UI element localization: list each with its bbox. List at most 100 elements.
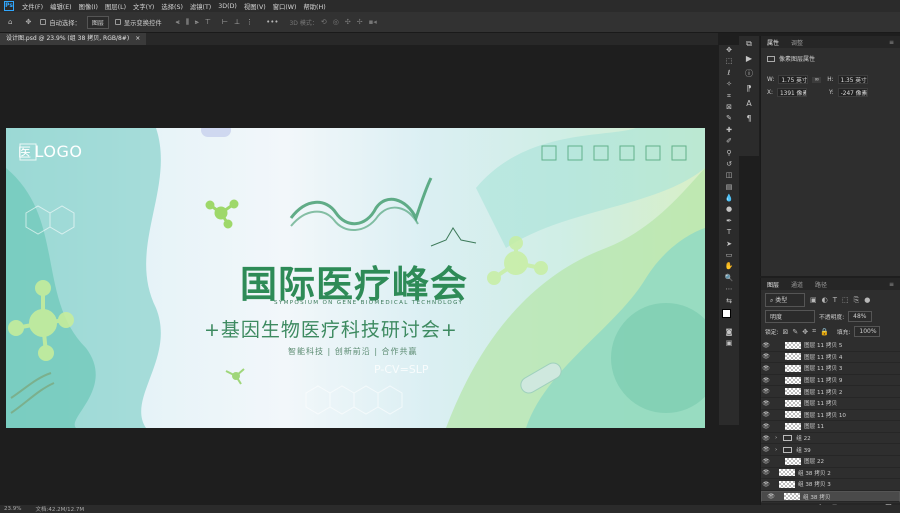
marquee-tool-icon[interactable]: ⬚ — [719, 56, 739, 67]
stamp-tool-icon[interactable]: ⚲ — [719, 148, 739, 159]
auto-select-checkbox[interactable]: 自动选择： — [40, 18, 81, 27]
artboard-banner[interactable]: 医 LOGO 2022 国际医疗峰会 SYMPOSIUM ON GENE BIO… — [6, 128, 705, 428]
crop-tool-icon[interactable]: ⌗ — [719, 91, 739, 102]
chevron-icon[interactable]: › — [775, 447, 777, 453]
eyedropper-icon[interactable]: ✎ — [719, 113, 739, 124]
more-options-icon[interactable]: ••• — [266, 18, 278, 26]
layer-row[interactable]: 👁 图层 11 — [761, 421, 900, 433]
menu-image[interactable]: 图像(I) — [79, 2, 98, 11]
show-transform-box[interactable] — [114, 19, 121, 25]
visibility-eye-icon[interactable]: 👁 — [761, 411, 771, 418]
link-icon[interactable]: ∞ — [812, 76, 822, 83]
move-tool-icon[interactable]: ✥ — [25, 18, 31, 26]
filter-adjust-icon[interactable]: ◐ — [822, 296, 828, 304]
layer-row[interactable]: 👁 组 38 拷贝 3 — [761, 479, 900, 491]
screen-mode-icon[interactable]: ▣ — [719, 338, 739, 349]
menu-filter[interactable]: 滤镜(T) — [190, 2, 211, 11]
brush-tool-icon[interactable]: ✐ — [719, 136, 739, 147]
menu-3d[interactable]: 3D(D) — [218, 3, 237, 10]
align-right-icon[interactable]: ⫸ — [195, 18, 199, 27]
visibility-eye-icon[interactable]: 👁 — [761, 435, 771, 442]
history-panel-icon[interactable]: ⧉ — [739, 36, 759, 51]
width-input[interactable] — [778, 75, 809, 84]
type-tool-icon[interactable]: T — [719, 227, 739, 238]
blur-tool-icon[interactable]: 💧 — [719, 193, 739, 204]
lock-artboard-icon[interactable]: ⌗ — [812, 327, 816, 336]
menu-help[interactable]: 帮助(H) — [303, 2, 325, 11]
menu-layer[interactable]: 图层(L) — [105, 2, 126, 11]
document-tab[interactable]: 设计图.psd @ 23.9% (组 38 拷贝, RGB/8#) × — [0, 33, 147, 45]
filter-type-icon[interactable]: T — [833, 296, 837, 304]
auto-select-box[interactable] — [40, 19, 47, 25]
layer-row[interactable]: 👁 图层 11 拷贝 9 — [761, 375, 900, 387]
filter-shape-icon[interactable]: ⬚ — [842, 296, 849, 304]
filter-toggle-icon[interactable]: ● — [864, 296, 870, 304]
layer-group-row[interactable]: 👁 › 组 39 — [761, 444, 900, 456]
tab-adjustments[interactable]: 调整 — [785, 38, 809, 47]
dodge-tool-icon[interactable]: ● — [719, 204, 739, 215]
menu-type[interactable]: 文字(Y) — [133, 2, 154, 11]
3d-roll-icon[interactable]: ◎ — [333, 18, 339, 26]
lock-all-icon[interactable]: 🔒 — [820, 328, 829, 336]
layer-row[interactable]: 👁 图层 22 — [761, 456, 900, 468]
eraser-tool-icon[interactable]: ◫ — [719, 170, 739, 181]
healing-brush-icon[interactable]: ✚ — [719, 125, 739, 136]
quick-mask-icon[interactable]: ◙ — [719, 327, 739, 338]
menu-select[interactable]: 选择(S) — [161, 2, 183, 11]
tab-channels[interactable]: 通道 — [785, 280, 809, 289]
fill-input[interactable]: 100% — [854, 326, 881, 337]
shape-tool-icon[interactable]: ▭ — [719, 250, 739, 261]
paragraph-panel-icon[interactable]: ¶ — [739, 111, 759, 126]
layer-row[interactable]: 👁 组 38 拷贝 — [761, 490, 900, 503]
distribute-icon[interactable]: ⋮ — [246, 18, 253, 26]
menu-edit[interactable]: 编辑(E) — [50, 2, 72, 11]
panel-menu-icon[interactable]: ≡ — [883, 39, 900, 46]
lock-position-icon[interactable]: ✥ — [802, 328, 808, 336]
visibility-eye-icon[interactable]: 👁 — [761, 446, 771, 453]
menu-file[interactable]: 文件(F) — [22, 2, 43, 11]
panel-menu-icon[interactable]: ≡ — [883, 281, 900, 288]
layer-row[interactable]: 👁 图层 11 拷贝 10 — [761, 410, 900, 422]
close-icon[interactable]: × — [135, 33, 140, 45]
x-input[interactable] — [776, 88, 807, 97]
align-left-icon[interactable]: ⫷ — [176, 18, 180, 27]
tab-properties[interactable]: 属性 — [761, 38, 785, 47]
layer-row[interactable]: 👁 图层 11 拷贝 2 — [761, 386, 900, 398]
history-brush-icon[interactable]: ↺ — [719, 159, 739, 170]
lock-paint-icon[interactable]: ✎ — [792, 328, 798, 336]
visibility-eye-icon[interactable]: 👁 — [761, 377, 771, 384]
layer-row[interactable]: 👁 组 38 拷贝 2 — [761, 468, 900, 480]
path-select-icon[interactable]: ➤ — [719, 239, 739, 250]
target-select[interactable]: 图层 — [86, 15, 109, 29]
layer-row[interactable]: 👁 图层 11 拷贝 5 — [761, 340, 900, 352]
visibility-eye-icon[interactable]: 👁 — [761, 481, 771, 488]
filter-pixel-icon[interactable]: ▣ — [810, 296, 817, 304]
visibility-eye-icon[interactable]: 👁 — [766, 493, 776, 500]
magic-wand-icon[interactable]: ✧ — [719, 79, 739, 90]
blend-mode-select[interactable]: 明度 — [765, 310, 815, 323]
3d-rotate-icon[interactable]: ⟲ — [321, 18, 327, 26]
menu-window[interactable]: 窗口(W) — [273, 2, 297, 11]
actions-play-icon[interactable]: ▶ — [739, 51, 759, 66]
frame-tool-icon[interactable]: ⊠ — [719, 102, 739, 113]
3d-slide-icon[interactable]: ✢ — [357, 18, 363, 26]
align-center-icon[interactable]: ⫼ — [186, 18, 189, 27]
paragraph-style-icon[interactable]: ⁋ — [739, 81, 759, 96]
color-swatches[interactable] — [719, 307, 739, 327]
height-input[interactable] — [837, 75, 868, 84]
visibility-eye-icon[interactable]: 👁 — [761, 400, 771, 407]
layer-row[interactable]: 👁 图层 11 拷贝 4 — [761, 352, 900, 364]
align-bottom-icon[interactable]: ⊥ — [234, 18, 240, 26]
visibility-eye-icon[interactable]: 👁 — [761, 423, 771, 430]
menu-view[interactable]: 视图(V) — [244, 2, 266, 11]
pen-tool-icon[interactable]: ✒ — [719, 216, 739, 227]
visibility-eye-icon[interactable]: 👁 — [761, 469, 771, 476]
tab-layers[interactable]: 图层 — [761, 280, 785, 289]
layer-kind-select[interactable]: ⌕ 类型 — [765, 293, 805, 307]
foreground-color-swatch[interactable] — [722, 308, 731, 318]
lock-pixels-icon[interactable]: ⊠ — [783, 328, 789, 336]
chevron-icon[interactable]: › — [775, 435, 777, 441]
layer-row[interactable]: 👁 图层 11 拷贝 3 — [761, 363, 900, 375]
tab-paths[interactable]: 路径 — [809, 280, 833, 289]
visibility-eye-icon[interactable]: 👁 — [761, 342, 771, 349]
